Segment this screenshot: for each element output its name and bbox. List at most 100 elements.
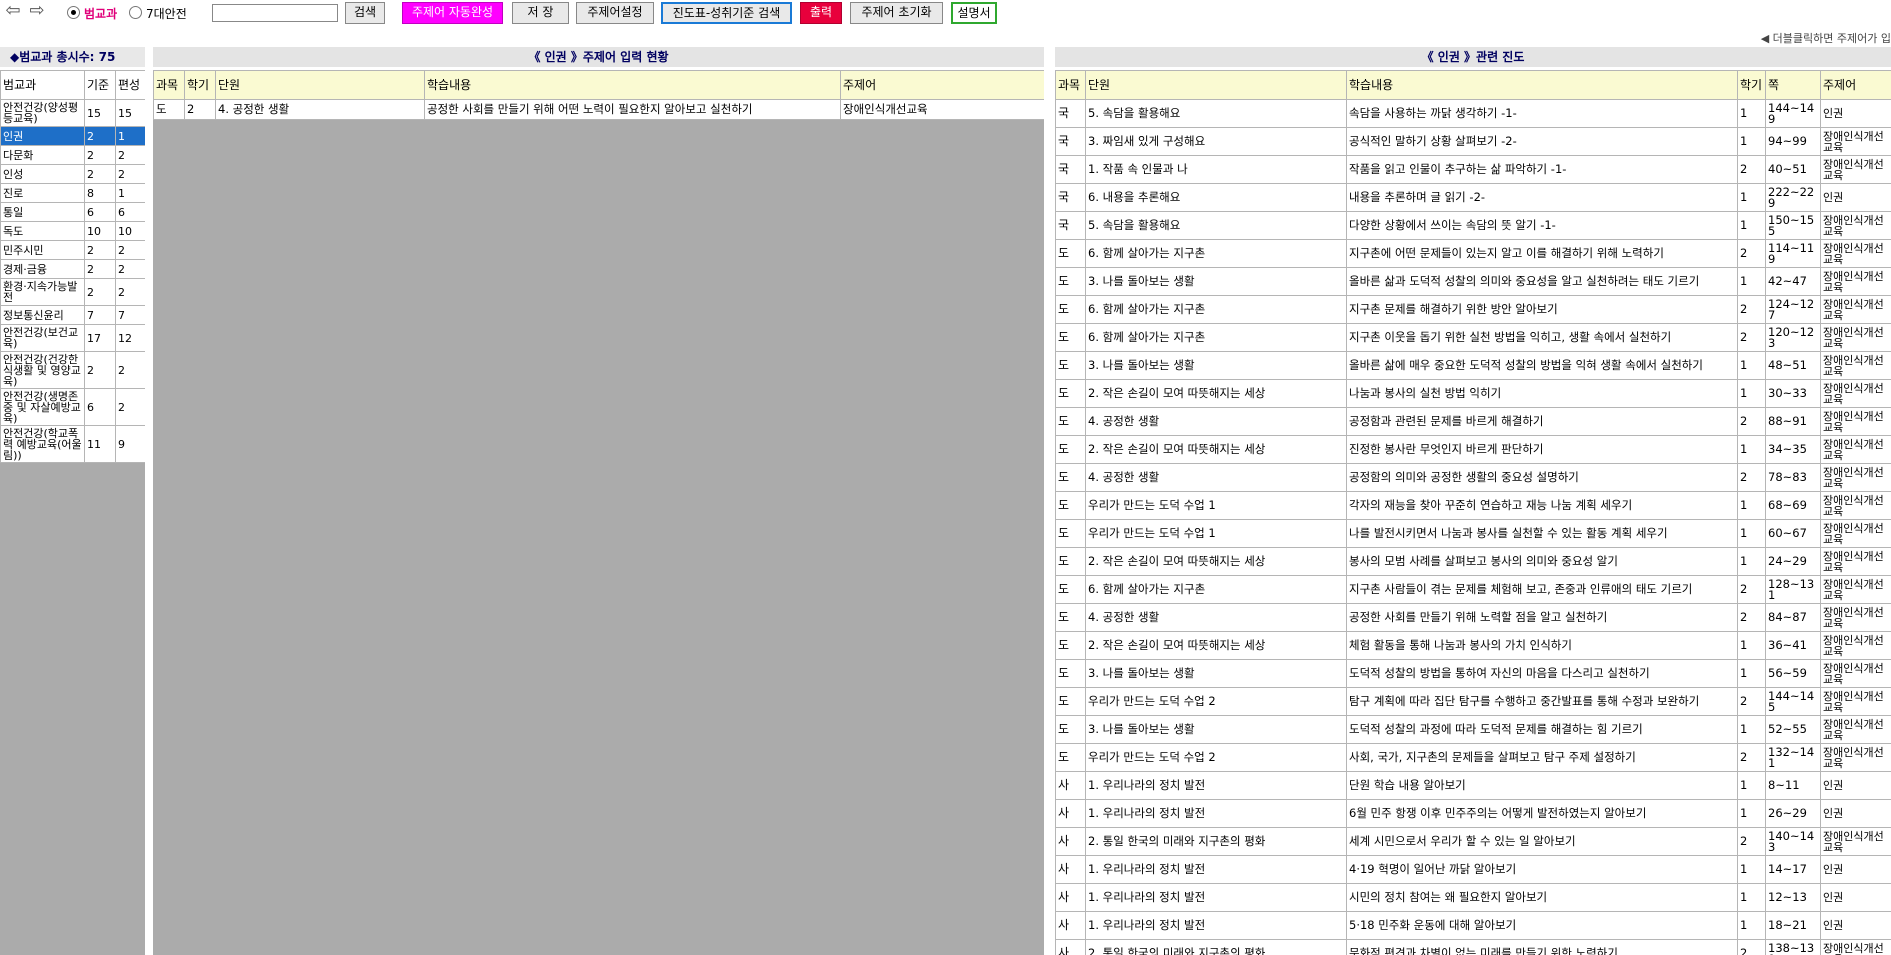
table-row[interactable]: 도 6. 함께 살아가는 지구촌 지구촌 사람들이 겪는 문제를 체험해 보고, 존…: [1055, 575, 1891, 604]
term-cell: 1: [1737, 883, 1766, 912]
header-topic: 주제어: [840, 70, 1044, 100]
table-row[interactable]: 도 3. 나를 돌아보는 생활 올바른 삶에 매우 중요한 도덕적 성찰의 방법을 …: [1055, 351, 1891, 380]
topic-cell: 장애인식개선교육: [1820, 547, 1891, 576]
toolbar: ⇦ ⇨ 범교과 7대안전 검색 주제어 자동완성 저 장 주제어설정 진도표-성…: [0, 0, 1891, 28]
table-row[interactable]: 사 2. 통일 한국의 미래와 지구촌의 평화 세계 시민으로서 우리가 할 수 있…: [1055, 827, 1891, 856]
table-row[interactable]: 사 2. 통일 한국의 미래와 지구촌의 평화 문화적 편견과 차별이 없는 미래를…: [1055, 939, 1891, 955]
page-cell: 88~91: [1765, 407, 1821, 436]
table-row[interactable]: 도 우리가 만드는 도덕 수업 1 각자의 재능을 찾아 꾸준히 연습하고 재능 나…: [1055, 491, 1891, 520]
category-name: 안전건강(보건교육): [0, 324, 85, 352]
progress-search-button[interactable]: 진도표-성취기준 검색: [661, 2, 792, 24]
table-row[interactable]: 도 3. 나를 돌아보는 생활 도덕적 성찰의 방법을 통하여 자신의 마음을 다스…: [1055, 659, 1891, 688]
table-row[interactable]: 도 2 4. 공정한 생활 공정한 사회를 만들기 위해 어떤 노력이 필요한지 알아…: [153, 99, 1044, 120]
radio-seven-safety[interactable]: [129, 6, 142, 19]
table-row[interactable]: 사 1. 우리나라의 정치 발전 시민의 정치 참여는 왜 필요한지 알아보기 1 12…: [1055, 883, 1891, 912]
table-row[interactable]: 사 1. 우리나라의 정치 발전 6월 민주 항쟁 이후 민주주의는 어떻게 발전하…: [1055, 799, 1891, 828]
category-name: 인성: [0, 164, 85, 184]
table-row[interactable]: 통일 6 6: [0, 202, 145, 222]
save-button[interactable]: 저 장: [512, 2, 569, 24]
topic-cell: 장애인식개선교육: [1820, 211, 1891, 240]
search-button[interactable]: 검색: [345, 2, 385, 24]
table-row[interactable]: 도 4. 공정한 생활 공정함과 관련된 문제를 바르게 해결하기 2 88~91 장애인…: [1055, 407, 1891, 436]
topic-cell: 인권: [1820, 855, 1891, 884]
table-row[interactable]: 도 2. 작은 손길이 모여 따뜻해지는 세상 진정한 봉사란 무엇인지 바르게 판…: [1055, 435, 1891, 464]
search-input[interactable]: [212, 4, 338, 22]
table-row[interactable]: 도 우리가 만드는 도덕 수업 2 사회, 국가, 지구촌의 문제들을 살펴보고 탐…: [1055, 743, 1891, 772]
table-row[interactable]: 안전건강(학교폭력 예방교육(어울림)) 11 9: [0, 425, 145, 463]
autocomplete-button[interactable]: 주제어 자동완성: [402, 2, 503, 24]
table-row[interactable]: 도 2. 작은 손길이 모여 따뜻해지는 세상 봉사의 모범 사례를 살펴보고 봉사…: [1055, 547, 1891, 576]
unit-cell: 우리가 만드는 도덕 수업 1: [1085, 519, 1347, 548]
table-row[interactable]: 경제·금융 2 2: [0, 259, 145, 279]
table-row[interactable]: 도 2. 작은 손길이 모여 따뜻해지는 세상 체험 활동을 통해 나눔과 봉사의 …: [1055, 631, 1891, 660]
term-cell: 1: [1737, 183, 1766, 212]
term-cell: 1: [1737, 267, 1766, 296]
page-cell: 12~13: [1765, 883, 1821, 912]
radio-cross-curricular[interactable]: [67, 6, 80, 19]
table-row[interactable]: 국 5. 속담을 활용해요 다양한 상황에서 쓰이는 속담의 뜻 알기 -1- 1 15…: [1055, 211, 1891, 240]
table-row[interactable]: 진로 8 1: [0, 183, 145, 203]
table-row[interactable]: 인권 2 1: [0, 126, 145, 146]
term-cell: 1: [1737, 715, 1766, 744]
table-row[interactable]: 도 우리가 만드는 도덕 수업 1 나를 발전시키면서 나눔과 봉사를 실천할 수 …: [1055, 519, 1891, 548]
table-row[interactable]: 국 3. 짜임새 있게 구성해요 공식적인 말하기 상황 살펴보기 -2- 1 94~9…: [1055, 127, 1891, 156]
planned-hours: 12: [115, 324, 145, 352]
table-row[interactable]: 다문화 2 2: [0, 145, 145, 165]
table-row[interactable]: 도 6. 함께 살아가는 지구촌 지구촌 문제를 해결하기 위한 방안 알아보기 2 1…: [1055, 295, 1891, 324]
table-row[interactable]: 사 1. 우리나라의 정치 발전 단원 학습 내용 알아보기 1 8~11 인권: [1055, 771, 1891, 800]
topic-cell: 장애인식개선교육: [1820, 239, 1891, 268]
table-row[interactable]: 도 6. 함께 살아가는 지구촌 지구촌에 어떤 문제들이 있는지 알고 이를 해결…: [1055, 239, 1891, 268]
radio-cross-curricular-label[interactable]: 범교과: [84, 5, 117, 22]
table-row[interactable]: 환경·지속가능발전 2 2: [0, 278, 145, 306]
term-cell: 1: [1737, 771, 1766, 800]
header-term: 학기: [184, 70, 216, 100]
header-page: 쪽: [1765, 70, 1821, 100]
table-row[interactable]: 도 3. 나를 돌아보는 생활 올바른 삶과 도덕적 성찰의 의미와 중요성을 알고…: [1055, 267, 1891, 296]
table-row[interactable]: 도 2. 작은 손길이 모여 따뜻해지는 세상 나눔과 봉사의 실천 방법 익히기 1…: [1055, 379, 1891, 408]
table-row[interactable]: 안전건강(보건교육) 17 12: [0, 324, 145, 352]
table-row[interactable]: 도 6. 함께 살아가는 지구촌 지구촌 이웃을 돕기 위한 실천 방법을 익히고,…: [1055, 323, 1891, 352]
header-topic: 주제어: [1820, 70, 1891, 100]
table-row[interactable]: 인성 2 2: [0, 164, 145, 184]
term-cell: 1: [1737, 99, 1766, 128]
table-row[interactable]: 도 3. 나를 돌아보는 생활 도덕적 성찰의 과정에 따라 도덕적 문제를 해결하…: [1055, 715, 1891, 744]
table-row[interactable]: 도 우리가 만드는 도덕 수업 2 탐구 계획에 따라 집단 탐구를 수행하고 중간…: [1055, 687, 1891, 716]
table-row[interactable]: 도 4. 공정한 생활 공정함의 의미와 공정한 생활의 중요성 설명하기 2 78~8…: [1055, 463, 1891, 492]
table-row[interactable]: 독도 10 10: [0, 221, 145, 241]
table-row[interactable]: 사 1. 우리나라의 정치 발전 5·18 민주화 운동에 대해 알아보기 1 18~2…: [1055, 911, 1891, 940]
table-row[interactable]: 국 5. 속담을 활용해요 속담을 사용하는 까닭 생각하기 -1- 1 144~149…: [1055, 99, 1891, 128]
category-name: 안전건강(양성평등교육): [0, 99, 85, 127]
radio-seven-safety-label[interactable]: 7대안전: [146, 5, 187, 22]
subject-cell: 도: [1055, 687, 1086, 716]
unit-cell: 1. 우리나라의 정치 발전: [1085, 883, 1347, 912]
table-row[interactable]: 안전건강(양성평등교육) 15 15: [0, 99, 145, 127]
table-row[interactable]: 국 6. 내용을 추론해요 내용을 추론하며 글 읽기 -2- 1 222~229 인권: [1055, 183, 1891, 212]
table-row[interactable]: 안전건강(생명존중 및 자살예방교육) 6 2: [0, 388, 145, 426]
unit-cell: 4. 공정한 생활: [1085, 407, 1347, 436]
base-hours: 7: [84, 305, 116, 325]
arrow-left-icon[interactable]: ⇦: [2, 2, 24, 22]
table-row[interactable]: 민주시민 2 2: [0, 240, 145, 260]
unit-cell: 6. 함께 살아가는 지구촌: [1085, 575, 1347, 604]
topic-cell: 장애인식개선교육: [1820, 659, 1891, 688]
unit-cell: 6. 함께 살아가는 지구촌: [1085, 323, 1347, 352]
content-cell: 진정한 봉사란 무엇인지 바르게 판단하기: [1346, 435, 1738, 464]
subject-cell: 도: [1055, 379, 1086, 408]
arrow-right-icon[interactable]: ⇨: [26, 2, 48, 22]
table-row[interactable]: 국 1. 작품 속 인물과 나 작품을 읽고 인물이 추구하는 삶 파악하기 -1-…: [1055, 155, 1891, 184]
term-cell: 1: [1737, 855, 1766, 884]
content-cell: 세계 시민으로서 우리가 할 수 있는 일 알아보기: [1346, 827, 1738, 856]
content-cell: 공정한 사회를 만들기 위해 노력할 점을 알고 실천하기: [1346, 603, 1738, 632]
page-cell: 94~99: [1765, 127, 1821, 156]
reset-topic-button[interactable]: 주제어 초기화: [850, 2, 943, 24]
table-row[interactable]: 안전건강(건강한 식생활 및 영양교육) 2 2: [0, 351, 145, 389]
term-cell: 2: [1737, 407, 1766, 436]
related-progress-panel: 《 인권 》관련 진도 과목 단원 학습내용 학기 쪽 주제어 국 5. 속담을 …: [1055, 47, 1891, 955]
table-row[interactable]: 정보통신윤리 7 7: [0, 305, 145, 325]
table-row[interactable]: 도 4. 공정한 생활 공정한 사회를 만들기 위해 노력할 점을 알고 실천하기 2…: [1055, 603, 1891, 632]
topic-cell: 인권: [1820, 799, 1891, 828]
table-row[interactable]: 사 1. 우리나라의 정치 발전 4·19 혁명이 일어난 까닭 알아보기 1 14~1…: [1055, 855, 1891, 884]
print-button[interactable]: 출력: [800, 2, 842, 24]
manual-button[interactable]: 설명서: [951, 2, 997, 24]
topic-setting-button[interactable]: 주제어설정: [576, 2, 654, 24]
